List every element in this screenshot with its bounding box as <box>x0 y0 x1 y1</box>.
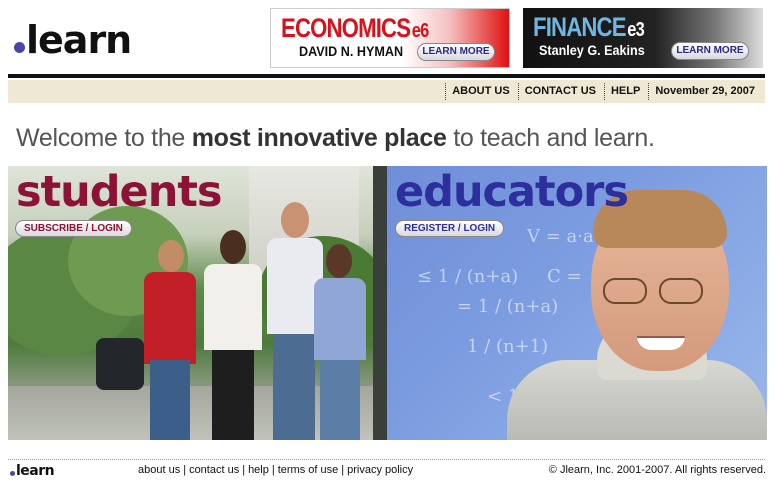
site-logo[interactable]: learn <box>14 18 132 62</box>
students-heading: students <box>16 167 222 217</box>
educators-panel[interactable]: ≤ 1 / (n+a) = 1 / (n+a) 1 / (n+1) < 1 / … <box>387 166 767 440</box>
logo-dot-icon <box>10 471 15 476</box>
logo-dot-icon <box>14 42 25 53</box>
ad-author: Stanley G. Eakins <box>539 42 645 58</box>
glasses-icon <box>603 278 647 304</box>
copyright-notice: © Jlearn, Inc. 2001-2007. All rights res… <box>548 464 766 476</box>
learn-more-button[interactable]: LEARN MORE <box>671 42 749 60</box>
register-login-button[interactable]: REGISTER / LOGIN <box>395 220 505 237</box>
welcome-tagline: Welcome to the most innovative place to … <box>16 124 655 152</box>
footer-link-about-us[interactable]: about us <box>138 464 180 476</box>
student-figure <box>138 240 198 440</box>
footer-divider <box>8 459 765 460</box>
student-figure <box>198 230 268 440</box>
ad-author: DAVID N. HYMAN <box>299 43 404 59</box>
students-panel[interactable]: students SUBSCRIBE / LOGIN <box>8 166 373 440</box>
chalkboard-equation: C = <box>547 266 582 287</box>
panel-divider <box>373 166 387 440</box>
footer-links: about us | contact us | help | terms of use | pr… <box>138 464 414 476</box>
header-divider <box>8 74 765 78</box>
footer-link-help[interactable]: help <box>248 464 269 476</box>
learn-more-button[interactable]: LEARN MORE <box>417 43 495 61</box>
ad-title: FINANCEe3 <box>533 12 645 42</box>
footer-link-privacy-policy[interactable]: privacy policy <box>347 464 413 476</box>
educators-heading: educators <box>395 167 629 217</box>
nav-help[interactable]: HELP <box>603 83 648 100</box>
smile-image <box>637 336 685 350</box>
finance-ad-banner[interactable]: FINANCEe3 Stanley G. Eakins LEARN MORE <box>523 8 763 68</box>
ad-title: ECONOMICSe6 <box>281 13 429 43</box>
backpack-image <box>96 338 144 390</box>
chalkboard-equation: ≤ 1 / (n+a) <box>417 266 519 287</box>
footer-link-terms-of-use[interactable]: terms of use <box>278 464 339 476</box>
footer-link-contact-us[interactable]: contact us <box>189 464 239 476</box>
chalkboard-equation: 1 / (n+1) <box>467 336 549 357</box>
nav-about-us[interactable]: ABOUT US <box>445 83 517 100</box>
top-nav-bar: ABOUT US CONTACT US HELP November 29, 20… <box>8 80 765 103</box>
glasses-icon <box>659 278 703 304</box>
logo-text: learn <box>26 18 132 62</box>
student-figure <box>310 244 368 440</box>
chalkboard-equation: = 1 / (n+a) <box>457 296 559 317</box>
footer-logo[interactable]: learn <box>10 463 55 479</box>
current-date: November 29, 2007 <box>648 83 755 100</box>
subscribe-login-button[interactable]: SUBSCRIBE / LOGIN <box>15 220 132 237</box>
nav-contact-us[interactable]: CONTACT US <box>517 83 604 100</box>
economics-ad-banner[interactable]: ECONOMICSe6 DAVID N. HYMAN LEARN MORE <box>270 8 510 68</box>
